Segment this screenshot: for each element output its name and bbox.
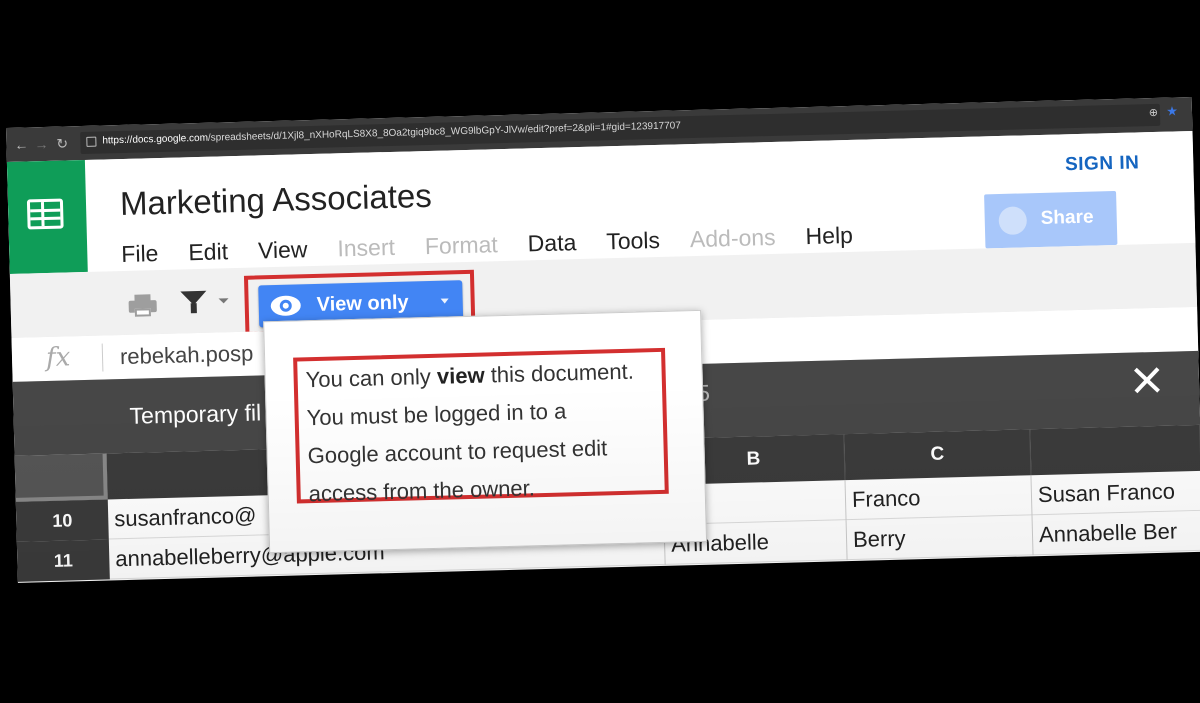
popup-line-4: access from the owner. <box>308 475 536 507</box>
reload-icon[interactable]: ↻ <box>56 135 68 152</box>
popup-line-1-pre: You can only <box>305 363 438 393</box>
banner-text: Temporary fil <box>129 399 262 429</box>
cell-last-name[interactable]: Berry <box>846 515 1034 561</box>
sheets-grid-icon <box>26 198 64 230</box>
select-all-corner[interactable] <box>14 453 108 502</box>
menu-insert: Insert <box>337 233 396 262</box>
sheets-logo[interactable] <box>6 159 88 274</box>
formula-value[interactable]: rebekah.posp <box>120 341 254 370</box>
column-header-d[interactable] <box>1030 424 1200 476</box>
sign-in-link[interactable]: SIGN IN <box>1065 152 1140 176</box>
menu-help[interactable]: Help <box>805 222 853 250</box>
menu-file[interactable]: File <box>121 240 159 268</box>
back-icon[interactable]: ← <box>14 136 28 152</box>
popup-line-1-bold: view <box>436 362 485 389</box>
document-title[interactable]: Marketing Associates <box>120 177 433 223</box>
view-only-caret-icon <box>440 298 449 304</box>
filter-icon[interactable] <box>180 290 207 306</box>
screenshot: ← → ↻ https://docs.google.com/spreadshee… <box>6 96 1200 583</box>
column-header-c[interactable]: C <box>844 429 1032 481</box>
cell-last-name[interactable]: Franco <box>845 475 1033 521</box>
lock-icon <box>86 136 97 147</box>
cell-full-name[interactable]: Susan Franco <box>1031 470 1200 516</box>
view-only-label: View only <box>316 291 409 316</box>
print-icon[interactable] <box>128 294 157 317</box>
menu-format: Format <box>424 231 499 260</box>
menu-addons: Add-ons <box>689 223 776 253</box>
zoom-icon[interactable]: ⊕ <box>1149 106 1159 119</box>
view-only-popup: You can only view this document. You mus… <box>263 309 708 554</box>
menu-edit[interactable]: Edit <box>188 238 228 266</box>
popup-message: You can only view this document. You mus… <box>305 352 665 513</box>
popup-line-1-post: this document. <box>484 358 635 388</box>
eye-icon <box>270 293 302 318</box>
share-label: Share <box>1040 206 1094 229</box>
stage: ← → ↻ https://docs.google.com/spreadshee… <box>0 0 1200 703</box>
cell-full-name[interactable]: Annabelle Ber <box>1032 510 1200 556</box>
share-button[interactable]: Share <box>984 190 1118 249</box>
star-icon[interactable]: ★ <box>1166 103 1178 119</box>
formula-separator <box>101 343 104 372</box>
forward-icon[interactable]: → <box>34 136 48 152</box>
row-number[interactable]: 10 <box>15 499 109 542</box>
url-text: https://docs.google.com/spreadsheets/d/1… <box>102 120 681 146</box>
globe-icon <box>998 206 1028 236</box>
fx-icon: fx <box>45 342 71 374</box>
chevron-down-icon[interactable] <box>218 298 229 304</box>
menu-data[interactable]: Data <box>527 229 576 257</box>
menu-tools[interactable]: Tools <box>606 227 660 255</box>
url-path: /spreadsheets/d/1Xjl8_nXHoRqLS8X8_8Oa2tg… <box>207 120 681 144</box>
row-number[interactable]: 11 <box>16 539 110 582</box>
close-icon[interactable] <box>1131 364 1164 397</box>
menu-view[interactable]: View <box>258 236 308 264</box>
url-host: https://docs.google.com <box>102 132 209 147</box>
